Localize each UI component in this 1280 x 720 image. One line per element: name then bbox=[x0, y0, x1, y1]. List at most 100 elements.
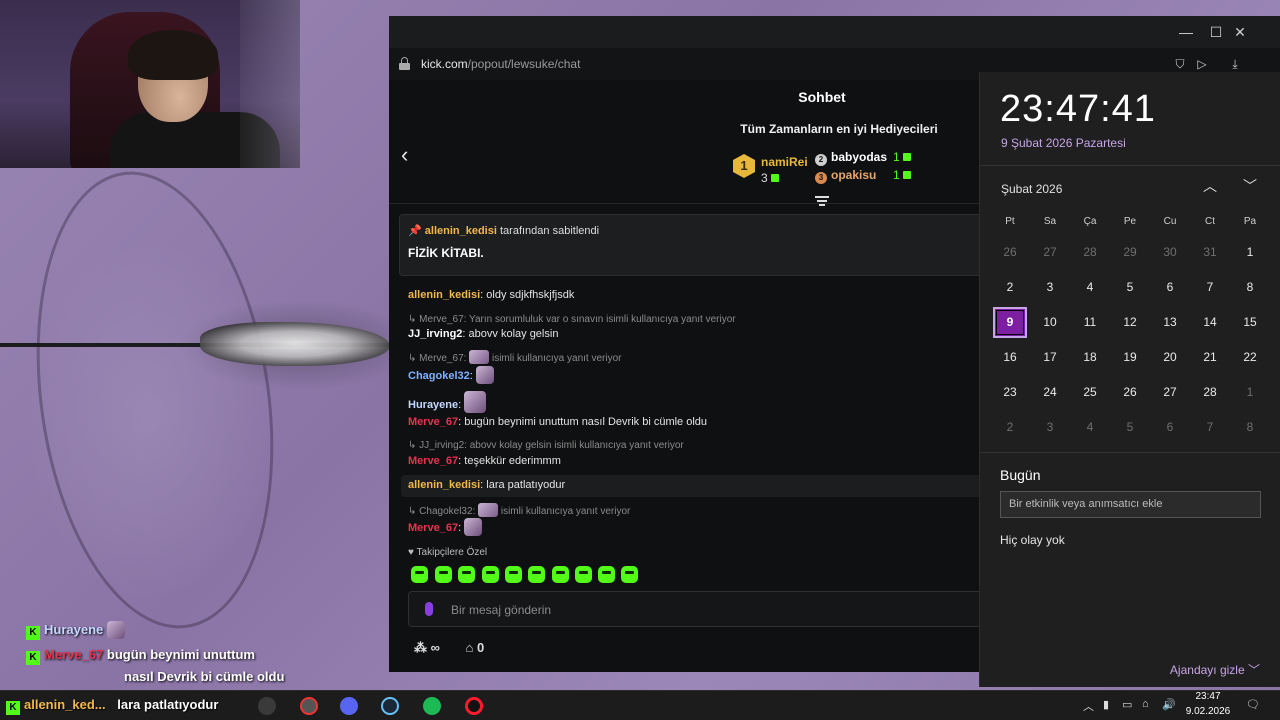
calendar-day[interactable]: 2 bbox=[990, 270, 1030, 305]
microphone-icon[interactable] bbox=[425, 602, 433, 616]
calendar-day[interactable]: 10 bbox=[1030, 305, 1070, 340]
calendar-day[interactable]: 6 bbox=[1150, 270, 1190, 305]
discord-icon[interactable] bbox=[340, 697, 358, 715]
store-icon[interactable]: ⌂ bbox=[466, 640, 474, 655]
hide-agenda-link[interactable]: Ajandayı gizle ﹀ bbox=[1170, 661, 1260, 678]
kick-emote[interactable] bbox=[435, 566, 452, 583]
calendar-day[interactable]: 24 bbox=[1030, 375, 1070, 410]
tray-chevron-icon[interactable]: ︿ bbox=[1083, 698, 1094, 714]
calendar-day[interactable]: 1 bbox=[1230, 235, 1270, 270]
battery-icon[interactable]: ▭ bbox=[1122, 698, 1132, 711]
calendar-day[interactable]: 8 bbox=[1230, 270, 1270, 305]
kick-emote[interactable] bbox=[528, 566, 545, 583]
url-text[interactable]: kick.com/popout/lewsuke/chat bbox=[421, 57, 580, 71]
taskbar-clock-date[interactable]: 9.02.2026 bbox=[1183, 706, 1233, 717]
calendar-day-today[interactable]: 9 bbox=[990, 305, 1030, 340]
chat-username[interactable]: Merve_67 bbox=[408, 522, 458, 534]
spotify-icon[interactable] bbox=[423, 697, 441, 715]
maximize-icon[interactable]: ☐ bbox=[1208, 24, 1224, 40]
chat-username[interactable]: allenin_kedisi bbox=[408, 479, 480, 491]
reply-context[interactable]: ↳ Merve_67: isimli kullanıcıya yanıt ver… bbox=[408, 350, 621, 364]
event-input[interactable]: Bir etkinlik veya anımsatıcı ekle bbox=[1000, 491, 1261, 518]
chat-username[interactable]: Merve_67 bbox=[408, 416, 458, 428]
chevron-up-icon[interactable]: ︿ bbox=[1202, 178, 1218, 194]
chat-username[interactable]: Hurayene bbox=[408, 399, 458, 411]
chat-username[interactable]: Chagokel32 bbox=[408, 370, 470, 382]
kick-emote[interactable] bbox=[411, 566, 428, 583]
chat-message[interactable]: JJ_irving2: abovv kolay gelsin bbox=[408, 328, 558, 340]
minimize-icon[interactable]: — bbox=[1178, 24, 1194, 40]
viewers-icon[interactable]: ⁂ bbox=[414, 640, 427, 655]
app-icon[interactable] bbox=[258, 697, 276, 715]
chevron-down-icon[interactable]: ﹀ bbox=[1242, 178, 1258, 194]
calendar-day[interactable]: 31 bbox=[1190, 235, 1230, 270]
calendar-day[interactable]: 16 bbox=[990, 340, 1030, 375]
microphone-icon[interactable]: ▮ bbox=[1103, 698, 1109, 711]
lock-icon[interactable] bbox=[399, 57, 410, 70]
calendar-day[interactable]: 19 bbox=[1110, 340, 1150, 375]
month-label[interactable]: Şubat 2026 bbox=[1001, 182, 1062, 196]
top-gifter-2[interactable]: 2 babyodas 1 bbox=[815, 150, 911, 166]
calendar-day[interactable]: 28 bbox=[1070, 235, 1110, 270]
calendar-day[interactable]: 22 bbox=[1230, 340, 1270, 375]
back-arrow-icon[interactable]: ‹ bbox=[401, 144, 408, 166]
kick-emote[interactable] bbox=[621, 566, 638, 583]
kick-emote[interactable] bbox=[575, 566, 592, 583]
calendar-day[interactable]: 27 bbox=[1150, 375, 1190, 410]
calendar-day[interactable]: 7 bbox=[1190, 270, 1230, 305]
calendar-day[interactable]: 15 bbox=[1230, 305, 1270, 340]
calendar-day[interactable]: 5 bbox=[1110, 270, 1150, 305]
calendar-day[interactable]: 2 bbox=[990, 410, 1030, 445]
calendar-day[interactable]: 7 bbox=[1190, 410, 1230, 445]
reply-context[interactable]: ↳ Chagokel32: isimli kullanıcıya yanıt v… bbox=[408, 503, 630, 517]
kick-emote[interactable] bbox=[552, 566, 569, 583]
message-input[interactable]: Bir mesaj gönderin bbox=[408, 591, 988, 627]
calendar-day[interactable]: 3 bbox=[1030, 410, 1070, 445]
kick-emote[interactable] bbox=[598, 566, 615, 583]
kick-emote[interactable] bbox=[505, 566, 522, 583]
chat-message[interactable]: Merve_67: teşekkür ederimmm bbox=[408, 455, 561, 467]
calendar-day[interactable]: 13 bbox=[1150, 305, 1190, 340]
calendar-day[interactable]: 6 bbox=[1150, 410, 1190, 445]
network-icon[interactable]: ⌂ bbox=[1142, 698, 1149, 710]
send-icon[interactable]: ▷ bbox=[1194, 56, 1210, 72]
top-gifter-3[interactable]: 3 opakisu 1 bbox=[815, 168, 911, 184]
calendar-day[interactable]: 4 bbox=[1070, 410, 1110, 445]
taskbar-clock-time[interactable]: 23:47 bbox=[1188, 691, 1228, 702]
calendar-day[interactable]: 20 bbox=[1150, 340, 1190, 375]
reply-context[interactable]: ↳ Merve_67: Yarın sorumluluk var o sınav… bbox=[408, 314, 736, 325]
calendar-day[interactable]: 26 bbox=[990, 235, 1030, 270]
calendar-day[interactable]: 27 bbox=[1030, 235, 1070, 270]
obs-icon[interactable] bbox=[300, 697, 318, 715]
calendar-day[interactable]: 26 bbox=[1110, 375, 1150, 410]
kick-emote[interactable] bbox=[458, 566, 475, 583]
calendar-day[interactable]: 29 bbox=[1110, 235, 1150, 270]
kick-emote[interactable] bbox=[482, 566, 499, 583]
download-icon[interactable]: ⤓ bbox=[1227, 56, 1243, 72]
calendar-day[interactable]: 23 bbox=[990, 375, 1030, 410]
calendar-day[interactable]: 18 bbox=[1070, 340, 1110, 375]
opera-icon[interactable] bbox=[465, 697, 483, 715]
reply-context[interactable]: ↳ JJ_irving2: abovv kolay gelsin isimli … bbox=[408, 440, 684, 451]
chat-message[interactable]: Chagokel32: bbox=[408, 366, 494, 384]
chat-message[interactable]: allenin_kedisi: lara patlatıyodur bbox=[408, 479, 565, 491]
chat-message[interactable]: allenin_kedisi: oldy sdjkfhskjfjsdk bbox=[408, 289, 574, 301]
sort-icon[interactable] bbox=[815, 196, 829, 206]
calendar-day[interactable]: 11 bbox=[1070, 305, 1110, 340]
calendar-day[interactable]: 8 bbox=[1230, 410, 1270, 445]
close-icon[interactable]: ✕ bbox=[1232, 24, 1248, 40]
calendar-day[interactable]: 28 bbox=[1190, 375, 1230, 410]
notification-icon[interactable]: 🗨 bbox=[1246, 698, 1260, 711]
calendar-day[interactable]: 17 bbox=[1030, 340, 1070, 375]
calendar-day[interactable]: 21 bbox=[1190, 340, 1230, 375]
pinned-message[interactable]: 📌 allenin_kedisi tarafından sabitlendi F… bbox=[399, 214, 999, 276]
full-date[interactable]: 9 Şubat 2026 Pazartesi bbox=[1001, 136, 1126, 150]
calendar-day[interactable]: 5 bbox=[1110, 410, 1150, 445]
calendar-day[interactable]: 3 bbox=[1030, 270, 1070, 305]
steam-icon[interactable] bbox=[381, 697, 399, 715]
chat-username[interactable]: allenin_kedisi bbox=[408, 289, 480, 301]
calendar-day[interactable]: 4 bbox=[1070, 270, 1110, 305]
calendar-day[interactable]: 14 bbox=[1190, 305, 1230, 340]
calendar-day[interactable]: 25 bbox=[1070, 375, 1110, 410]
chat-message[interactable]: Merve_67: bbox=[408, 518, 483, 536]
